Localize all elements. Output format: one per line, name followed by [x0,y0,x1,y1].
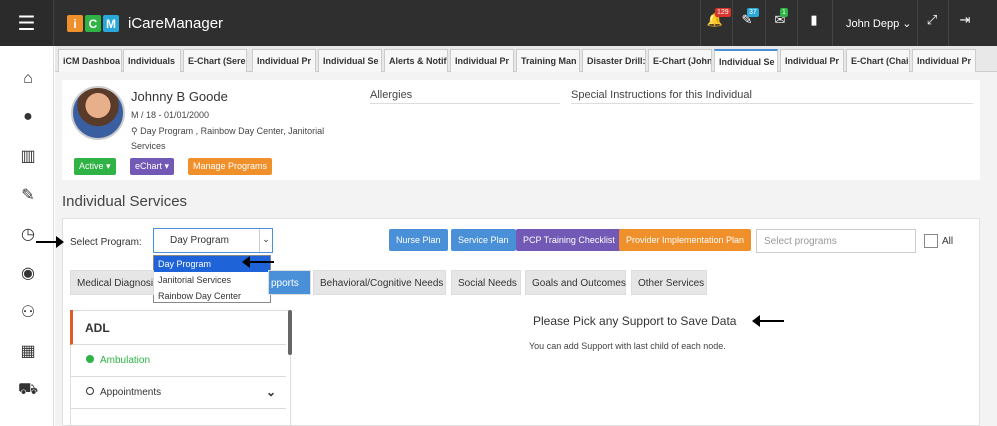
tab-dashboard[interactable]: iCM Dashboa [58,49,122,72]
tab-echart-sere[interactable]: E-Chart (Sere [183,49,247,72]
group-icon[interactable]: ⚇ [18,303,38,321]
hamburger-menu-icon[interactable]: ☰ [0,0,54,46]
special-instructions-heading: Special Instructions for this Individual [571,89,752,101]
home-icon[interactable]: ⌂ [18,70,38,88]
individual-name: Johnny B Goode [131,89,228,104]
programs-line2: Services [131,141,166,151]
all-checkbox[interactable] [924,234,938,248]
subtab-social-needs[interactable]: Social Needs [451,270,521,295]
tab-individual-pr-4[interactable]: Individual Pr [912,49,976,72]
annotation-arrow [36,236,64,248]
programs-line1: Day Program , Rainbow Day Center, Janito… [140,126,325,136]
dropdown-option[interactable]: Day Program [154,256,270,272]
globe-icon[interactable]: ◉ [18,264,38,282]
scrollbar[interactable] [288,310,292,355]
barcode-icon[interactable]: ▥ [18,147,38,165]
tasks-badge: 37 [747,8,759,17]
tab-individual-services-active[interactable]: Individual Se [714,49,778,72]
subtab-supports[interactable]: pports [268,270,311,295]
tab-individual-pr-3[interactable]: Individual Pr [780,49,844,72]
clock-icon[interactable]: ◷ [18,225,38,243]
tab-bar: iCM Dashboa Individuals E-Chart (Sere In… [55,46,997,72]
app-logo: i C M [67,15,119,32]
tree-item-label: Appointments [100,387,162,398]
tab-individuals[interactable]: Individuals [123,49,181,72]
echart-button[interactable]: eChart ▾ [130,158,175,175]
circle-icon [86,387,94,395]
tab-individual-pr[interactable]: Individual Pr [252,49,316,72]
tab-echart-chai[interactable]: E-Chart (Chai [846,49,910,72]
individual-meta: M / 18 - 01/01/2000 [131,110,210,120]
pcp-training-button[interactable]: PCP Training Checklist [516,229,622,251]
messages-badge: 1 [780,8,788,17]
subtab-behavioral[interactable]: Behavioral/Cognitive Needs [313,270,446,295]
alerts-badge: 129 [715,8,731,17]
tree-item-label: Ambulation [100,355,151,366]
program-select[interactable]: Day Program ⌄ [153,228,273,253]
annotation-arrow [242,256,274,268]
select-program-label: Select Program: [70,237,142,248]
tree-item-appointments[interactable]: Appointments ⌄ [70,377,286,409]
adl-heading: ADL [70,310,286,345]
logo-letter: C [85,15,101,32]
calendar-icon[interactable]: ▦ [18,342,38,360]
avatar [71,86,125,140]
allergies-heading: Allergies [370,89,413,101]
truck-icon[interactable]: ⛟ [18,381,38,399]
expand-icon[interactable]: ⤢ [922,12,942,28]
chevron-down-icon[interactable]: ⌄ [266,385,276,399]
nurse-plan-button[interactable]: Nurse Plan [389,229,448,251]
brand-name: iCareManager [128,15,224,32]
user-icon[interactable]: ● [18,108,38,126]
logout-icon[interactable]: ⇥ [955,12,975,28]
page-title: Individual Services [62,193,188,210]
subtab-goals[interactable]: Goals and Outcomes [525,270,626,295]
manage-programs-button[interactable]: Manage Programs [188,158,273,175]
map-pin-icon: ⚲ [131,126,141,136]
mail-icon[interactable]: ✉ 1 [770,8,790,28]
program-search-input[interactable]: Select programs [756,229,916,253]
top-bar: ☰ i C M iCareManager 🔔 129 ✎ 37 ✉ 1 ▮ John … [0,0,997,46]
tab-echart-john[interactable]: E-Chart (John [648,49,712,72]
empty-state-message: Please Pick any Support to Save Data [533,314,737,328]
provider-plan-button[interactable]: Provider Implementation Plan [619,229,752,251]
tab-alerts[interactable]: Alerts & Notif [384,49,448,72]
divider [370,103,560,104]
chevron-down-icon[interactable]: ⌄ [259,229,272,252]
programs-list: ⚲ Day Program , Rainbow Day Center, Jani… [131,126,324,137]
subtab-other-services[interactable]: Other Services [631,270,707,295]
dropdown-option[interactable]: Rainbow Day Center [154,288,270,304]
edit-square-icon[interactable]: ✎ [18,186,38,204]
tab-training[interactable]: Training Man [516,49,580,72]
program-select-value: Day Program [170,235,229,246]
logo-letter: M [103,15,119,32]
all-label: All [942,236,954,247]
tab-disaster-drill[interactable]: Disaster Drill: [582,49,646,72]
subtab-medical-diagnosis[interactable]: Medical Diagnosis [70,270,154,295]
dropdown-option[interactable]: Janitorial Services [154,272,270,288]
active-status-button[interactable]: Active ▾ [74,158,116,175]
empty-state-hint: You can add Support with last child of e… [529,341,726,351]
tab-individual-pr-2[interactable]: Individual Pr [450,49,514,72]
book-icon[interactable]: ▮ [804,12,824,28]
divider [571,103,973,104]
bell-icon[interactable]: 🔔 129 [705,8,731,28]
logo-letter: i [67,15,83,32]
user-menu[interactable]: John Depp ⌄ [846,17,911,30]
status-dot-icon [86,355,94,363]
edit-icon[interactable]: ✎ 37 [737,8,759,28]
service-plan-button[interactable]: Service Plan [451,229,516,251]
sidebar: ⌂ ● ▥ ✎ ◷ ◉ ⚇ ▦ ⛟ [0,46,54,426]
tree-item-ambulation[interactable]: Ambulation [70,345,286,377]
tab-individual-se[interactable]: Individual Se [318,49,382,72]
annotation-arrow [752,315,784,327]
